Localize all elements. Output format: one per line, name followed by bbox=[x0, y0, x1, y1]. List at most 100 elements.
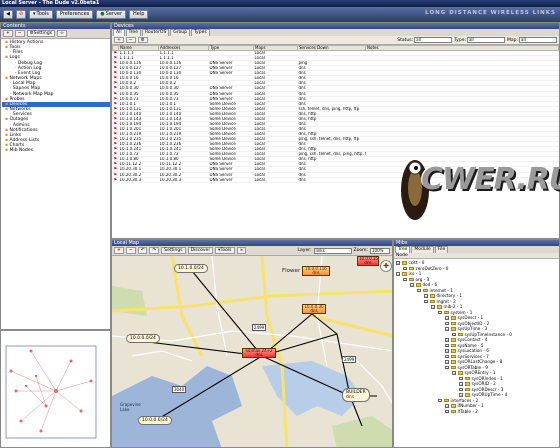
mibs-panel: Mibs Tree Module File Node − ccitt - 0− zero… bbox=[393, 239, 560, 448]
folder-icon bbox=[415, 283, 421, 287]
expand-icon[interactable]: − bbox=[459, 376, 463, 380]
settings-button[interactable]: ⚙ Settings bbox=[26, 30, 56, 37]
expand-icon[interactable]: − bbox=[452, 371, 456, 375]
map-canvas[interactable]: Flower Mound Grapevine Lake 2499 3040 24… bbox=[112, 256, 392, 447]
map-pan-control[interactable]: ✚ bbox=[380, 260, 392, 272]
tools-menu-button[interactable]: ▾ Tools bbox=[29, 10, 53, 19]
folder-icon bbox=[450, 365, 456, 369]
map-toolbar: + − ↶ ↷ Settings Discover ▾ Tools ∞ Layer… bbox=[112, 246, 392, 256]
tab-types[interactable]: Types bbox=[191, 29, 210, 36]
folder-icon bbox=[429, 299, 435, 303]
contents-tree: ▪ History Actions ▪ Tools · Files ▪ Logs · D… bbox=[1, 39, 110, 153]
expand-icon[interactable]: − bbox=[445, 404, 449, 408]
expand-icon[interactable]: − bbox=[424, 294, 428, 298]
add-button[interactable]: + bbox=[3, 30, 13, 37]
expand-icon[interactable]: − bbox=[438, 398, 442, 402]
folder-icon bbox=[401, 261, 407, 265]
road-label: 2499 bbox=[342, 356, 357, 363]
expand-icon[interactable]: − bbox=[445, 365, 449, 369]
tab-group[interactable]: Group bbox=[170, 29, 190, 36]
contents-toolbar: + − ⚙ Settings ∞ bbox=[1, 29, 110, 39]
binoculars-button[interactable]: ∞ bbox=[57, 30, 67, 37]
expand-icon[interactable]: − bbox=[445, 343, 449, 347]
tab-tree[interactable]: Tree bbox=[125, 29, 141, 36]
map-select[interactable]: all bbox=[519, 37, 557, 43]
expand-icon[interactable]: − bbox=[396, 261, 400, 265]
expand-icon[interactable]: − bbox=[445, 316, 449, 320]
map-node-10-0-0-30[interactable]: 10.0.0.30 dns bbox=[302, 304, 326, 315]
chevron-down-icon: ▾ bbox=[33, 11, 36, 17]
contents-panel: Contents + − ⚙ Settings ∞ ▪ History Actio… bbox=[0, 22, 111, 330]
expand-icon[interactable]: − bbox=[424, 299, 428, 303]
expand-icon[interactable]: − bbox=[438, 310, 442, 314]
status-select[interactable]: all bbox=[414, 37, 453, 43]
device-settings-button[interactable]: ⚙ bbox=[137, 37, 148, 43]
map-node-10-0-0-116[interactable]: 10.0.0.116 dns bbox=[302, 266, 330, 277]
server-button[interactable]: ● Server bbox=[96, 10, 127, 19]
expand-icon[interactable]: − bbox=[459, 387, 463, 391]
add-device-button[interactable]: + bbox=[114, 37, 124, 43]
map-node-network-3[interactable]: 10.1.0.0/24 bbox=[174, 264, 208, 273]
mib-tab-file[interactable]: File bbox=[434, 246, 449, 253]
table-cell: ping, ssh, telnet, dns, http, ftp bbox=[297, 136, 366, 143]
remove-map-item-button[interactable]: − bbox=[125, 247, 136, 254]
tab-routeros[interactable]: RouterOS bbox=[141, 29, 170, 36]
expand-icon[interactable]: − bbox=[410, 283, 414, 287]
back-button[interactable]: ◀ bbox=[3, 10, 13, 19]
folder-icon bbox=[408, 277, 414, 281]
expand-icon[interactable]: − bbox=[431, 305, 435, 309]
contents-item-mib-nodes[interactable]: ▪ Mib Nodes bbox=[2, 148, 110, 153]
preferences-button[interactable]: Preferences bbox=[55, 10, 94, 19]
map-filter[interactable]: Map: all bbox=[507, 37, 557, 43]
map-node-edimax[interactable]: edimax 24+2 dns bbox=[242, 348, 276, 359]
map-settings-button[interactable]: Settings bbox=[161, 247, 186, 254]
expand-icon[interactable]: − bbox=[445, 321, 449, 325]
expand-icon[interactable]: − bbox=[403, 277, 407, 281]
add-map-item-button[interactable]: + bbox=[114, 247, 124, 254]
expand-icon[interactable]: − bbox=[459, 382, 463, 386]
expand-icon[interactable]: − bbox=[445, 354, 449, 358]
overview-minimap[interactable] bbox=[0, 330, 111, 448]
folder-icon bbox=[450, 404, 456, 408]
map-node-network-2[interactable]: 10.0.0.0/24 bbox=[138, 416, 172, 425]
binoculars-icon: ∞ bbox=[60, 31, 64, 36]
road-label: 3040 bbox=[172, 386, 187, 393]
undo-button[interactable]: ↶ bbox=[137, 247, 148, 254]
redo-button[interactable]: ↷ bbox=[149, 247, 160, 254]
expand-icon[interactable]: − bbox=[445, 360, 449, 364]
map-node-builder[interactable]: BUILDER dns bbox=[342, 388, 370, 402]
zoom-select[interactable]: 100% bbox=[370, 247, 390, 254]
layer-select[interactable]: links bbox=[313, 247, 352, 254]
mib-tab-tree[interactable]: Tree bbox=[395, 246, 411, 253]
expand-icon[interactable]: − bbox=[445, 338, 449, 342]
map-node-10-0-0-35[interactable]: 10.0.0.35 dns bbox=[357, 256, 379, 267]
expand-icon[interactable]: − bbox=[417, 288, 421, 292]
help-button[interactable]: Help bbox=[129, 10, 149, 19]
expand-icon[interactable]: − bbox=[452, 332, 456, 336]
brand-text: LONG DISTANCE WIRELESS LINKS bbox=[425, 10, 556, 16]
mib-node[interactable]: − ifTable - 2 bbox=[394, 409, 559, 415]
expand-icon[interactable]: − bbox=[445, 349, 449, 353]
expand-icon[interactable]: − bbox=[445, 327, 449, 331]
remove-device-button[interactable]: − bbox=[125, 37, 136, 43]
tab-all[interactable]: All bbox=[113, 29, 125, 36]
folder-icon bbox=[464, 382, 470, 386]
folder-icon bbox=[450, 409, 456, 413]
discover-button[interactable]: Discover bbox=[187, 247, 214, 254]
map-tools-button[interactable]: ▾ Tools bbox=[215, 247, 235, 254]
expand-icon[interactable]: − bbox=[459, 393, 463, 397]
map-panel: Local Map + − ↶ ↷ Settings Discover ▾ Too… bbox=[111, 239, 393, 448]
expand-icon[interactable]: − bbox=[396, 272, 400, 276]
find-button[interactable]: ∞ bbox=[236, 247, 247, 254]
stop-button[interactable]: ⊘ bbox=[16, 10, 26, 19]
map-node-network-1[interactable]: 10.0.0.0/24 bbox=[126, 334, 160, 343]
folder-icon bbox=[457, 371, 463, 375]
folder-icon bbox=[450, 343, 456, 347]
expand-icon[interactable]: − bbox=[403, 266, 407, 270]
type-filter[interactable]: Type: all bbox=[454, 37, 505, 43]
remove-button[interactable]: − bbox=[14, 30, 25, 37]
mib-tab-module[interactable]: Module bbox=[411, 246, 434, 253]
type-select[interactable]: all bbox=[466, 37, 505, 43]
status-filter[interactable]: Status: all bbox=[397, 37, 453, 43]
expand-icon[interactable]: − bbox=[445, 409, 449, 413]
